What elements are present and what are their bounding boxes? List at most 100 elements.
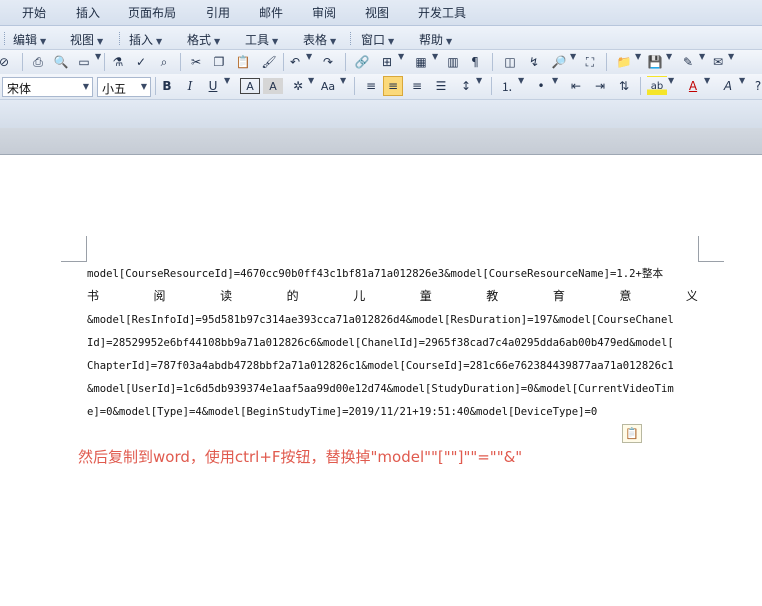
paste-icon[interactable]: 📋 <box>233 52 253 72</box>
show-formatting-icon[interactable]: ¶ <box>465 52 485 72</box>
permission-icon[interactable]: ⊘ <box>0 52 14 72</box>
cjk-char: 读 <box>220 289 233 303</box>
chevron-down-icon[interactable]: ▼ <box>340 76 346 85</box>
text-direction-icon[interactable]: ⇅ <box>614 76 634 96</box>
menu-grip[interactable] <box>4 32 6 45</box>
chevron-down-icon[interactable]: ▼ <box>308 76 314 85</box>
print-icon[interactable]: ⎙ <box>28 52 48 72</box>
chevron-down-icon[interactable]: ▼ <box>668 76 674 85</box>
bullets-icon[interactable]: • <box>531 76 551 96</box>
tab-mailings[interactable]: 邮件 <box>259 4 283 21</box>
menu-insert[interactable]: 插入 ▼ <box>129 31 162 48</box>
justify-icon[interactable]: ☰ <box>431 76 451 96</box>
menu-window[interactable]: 窗口 ▼ <box>361 31 394 48</box>
underline-button[interactable]: U <box>203 76 223 96</box>
numbering-icon[interactable]: ⒈ <box>497 76 517 96</box>
undo-icon[interactable]: ↶ <box>285 52 305 72</box>
menu-view-label: 视图 <box>70 33 95 47</box>
chevron-down-icon[interactable]: ▼ <box>666 52 672 61</box>
fit-page-icon[interactable]: ⛶ <box>580 52 600 72</box>
tab-page-layout[interactable]: 页面布局 <box>128 4 176 21</box>
menu-grip[interactable] <box>119 32 121 45</box>
italic-button[interactable]: I <box>180 76 200 96</box>
document-text-line[interactable]: model[CourseResourceId]=4670cc90b0ff43c1… <box>87 264 698 284</box>
menu-table[interactable]: 表格 ▼ <box>303 31 336 48</box>
chevron-down-icon[interactable]: ▼ <box>398 52 404 61</box>
change-case-icon[interactable]: Aa <box>318 76 338 96</box>
copy-icon[interactable]: ❐ <box>209 52 229 72</box>
format-painter-icon[interactable]: 🖌 <box>259 52 279 72</box>
open-folder-icon[interactable]: 📁 <box>614 52 634 72</box>
read-mode-icon[interactable]: ▭ <box>74 52 94 72</box>
align-right-icon[interactable]: ≡ <box>407 76 427 96</box>
find-icon[interactable]: ⌕ <box>154 52 174 72</box>
save-icon[interactable]: 💾 <box>645 52 665 72</box>
menu-edit[interactable]: 编辑 ▼ <box>13 31 46 48</box>
hyperlink-icon[interactable]: 🔗 <box>352 52 372 72</box>
character-shading-button[interactable]: A <box>263 78 283 94</box>
document-text-line[interactable]: ChapterId]=787f03a4abdb4728bbf2a71a01282… <box>87 356 698 376</box>
chevron-down-icon[interactable]: ▼ <box>728 52 734 61</box>
zoom-icon[interactable]: 🔎 <box>549 52 569 72</box>
document-text-line[interactable]: &model[ResInfoId]=95d581b97c314ae393cca7… <box>87 310 698 330</box>
table-borders-icon[interactable]: ⊞ <box>377 52 397 72</box>
menu-help[interactable]: 帮助 ▼ <box>419 31 452 48</box>
insert-table-icon[interactable]: ▦ <box>411 52 431 72</box>
bold-button[interactable]: B <box>157 76 177 96</box>
tab-review[interactable]: 审阅 <box>312 4 336 21</box>
line-spacing-icon[interactable]: ↕ <box>456 76 476 96</box>
font-color-button[interactable]: A <box>683 76 703 96</box>
page-corner-mark-top-right <box>698 236 724 262</box>
chevron-down-icon[interactable]: ▼ <box>552 76 558 85</box>
document-text-line-cjk[interactable]: 书 阅 读 的 儿 童 教 育 意 义 <box>87 287 698 307</box>
show-hide-icon[interactable]: ↯ <box>524 52 544 72</box>
tab-home[interactable]: 开始 <box>22 4 46 21</box>
menu-format[interactable]: 格式 ▼ <box>187 31 220 48</box>
envelope-icon[interactable]: ✉ <box>708 52 728 72</box>
align-center-icon[interactable]: ≡ <box>383 76 403 96</box>
menu-grip[interactable] <box>350 32 352 45</box>
font-name-select[interactable]: 宋体 ▼ <box>2 77 93 97</box>
chevron-down-icon[interactable]: ▼ <box>306 52 312 61</box>
spelling-check-icon[interactable]: ✓ <box>131 52 151 72</box>
chevron-down-icon[interactable]: ▼ <box>699 52 705 61</box>
tab-insert[interactable]: 插入 <box>76 4 100 21</box>
research-icon[interactable]: ⚗ <box>108 52 128 72</box>
chevron-down-icon[interactable]: ▼ <box>704 76 710 85</box>
align-left-icon[interactable]: ≡ <box>361 76 381 96</box>
highlight-button[interactable]: ab <box>647 76 667 96</box>
chevron-down-icon[interactable]: ▼ <box>432 52 438 61</box>
font-effects-icon[interactable]: A <box>718 76 738 96</box>
tab-developer[interactable]: 开发工具 <box>418 4 466 21</box>
document-text-line[interactable]: Id]=28529952e6bf44108bb9a71a012826c6&mod… <box>87 333 698 353</box>
document-text-line[interactable]: e]=0&model[Type]=4&model[BeginStudyTime]… <box>87 402 698 422</box>
chevron-down-icon[interactable]: ▼ <box>739 76 745 85</box>
help-icon[interactable]: ? <box>748 76 762 96</box>
chevron-down-icon[interactable]: ▼ <box>518 76 524 85</box>
chevron-down-icon[interactable]: ▼ <box>635 52 641 61</box>
styles-icon[interactable]: ✎ <box>678 52 698 72</box>
redo-icon[interactable]: ↷ <box>318 52 338 72</box>
font-size-select[interactable]: 小五 ▼ <box>97 77 151 97</box>
document-text-line[interactable]: &model[UserId]=1c6d5db939374e1aaf5aa99d0… <box>87 379 698 399</box>
menu-view[interactable]: 视图 ▼ <box>70 31 103 48</box>
decrease-indent-icon[interactable]: ⇤ <box>566 76 586 96</box>
text-effects-icon[interactable]: ✲ <box>288 76 308 96</box>
menu-tools[interactable]: 工具 ▼ <box>245 31 278 48</box>
document-map-icon[interactable]: ◫ <box>500 52 520 72</box>
tab-references[interactable]: 引用 <box>206 4 230 21</box>
ribbon-tab-bar: 开始 插入 页面布局 引用 邮件 审阅 视图 开发工具 <box>0 0 762 26</box>
cut-icon[interactable]: ✂ <box>186 52 206 72</box>
chevron-down-icon[interactable]: ▼ <box>570 52 576 61</box>
character-border-button[interactable]: A <box>240 78 260 94</box>
paste-options-icon[interactable]: 📋 <box>622 424 642 443</box>
chevron-down-icon[interactable]: ▼ <box>224 76 230 85</box>
chevron-down-icon[interactable]: ▼ <box>95 52 101 61</box>
print-preview-icon[interactable]: 🔍 <box>51 52 71 72</box>
increase-indent-icon[interactable]: ⇥ <box>590 76 610 96</box>
chevron-down-icon[interactable]: ▼ <box>476 76 482 85</box>
toolbar-separator <box>606 53 607 71</box>
chevron-down-icon: ▼ <box>330 37 337 46</box>
columns-icon[interactable]: ▥ <box>443 52 463 72</box>
tab-view[interactable]: 视图 <box>365 4 389 21</box>
